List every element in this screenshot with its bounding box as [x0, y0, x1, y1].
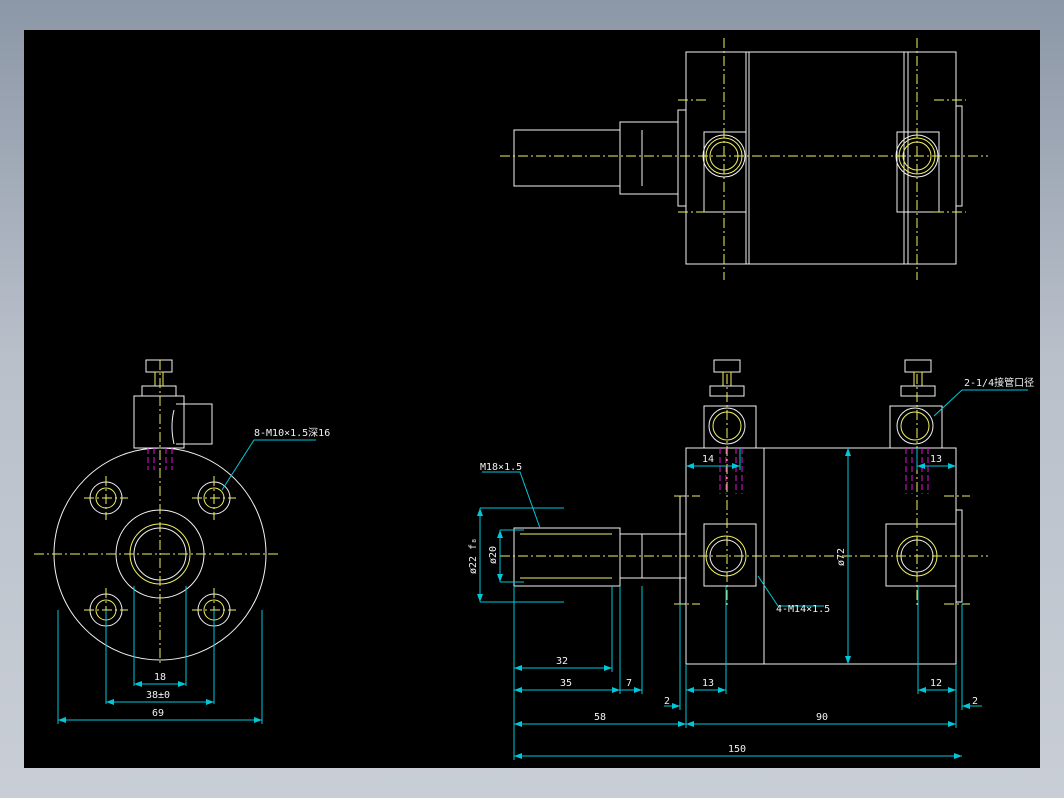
leader-rod-thread [482, 471, 541, 529]
top-body-outline [685, 51, 957, 265]
side-hidden-threads [719, 448, 929, 494]
label-rod-dia-fit: ø22 f₈ [468, 538, 479, 574]
side-rod [513, 527, 687, 587]
label-ports: 2-1/4接管口径 [964, 376, 1034, 389]
side-mount-block-left [703, 523, 757, 587]
end-port-fitting [133, 359, 213, 449]
dim-150: 150 [728, 744, 746, 755]
label-rod-dia: ø20 [488, 546, 499, 564]
dim-2-left: 2 [664, 696, 670, 707]
dim-14: 14 [702, 454, 714, 465]
text-labels: 8-M10×1.5深16 M18×1.5 2-1/4接管口径 4-M14×1.5… [146, 376, 1034, 755]
dim-69: 69 [152, 708, 164, 719]
side-front-boss [679, 495, 687, 605]
drawing-canvas[interactable]: 8-M10×1.5深16 M18×1.5 2-1/4接管口径 4-M14×1.5… [24, 30, 1040, 768]
top-cap-joint-right [903, 52, 909, 264]
leader-ports [933, 389, 1028, 417]
end-view [34, 359, 278, 664]
dim-35: 35 [560, 678, 572, 689]
side-view [500, 359, 988, 665]
dim-58: 58 [594, 712, 606, 723]
cad-drawing: 8-M10×1.5深16 M18×1.5 2-1/4接管口径 4-M14×1.5… [34, 38, 1034, 760]
dim-18: 18 [154, 672, 166, 683]
label-mount-holes: 4-M14×1.5 [776, 604, 830, 615]
dim-90: 90 [816, 712, 828, 723]
dimension-lines [57, 389, 1028, 760]
leader-bolt-holes [221, 439, 316, 491]
label-rod-thread: M18×1.5 [480, 462, 522, 473]
side-port-right [889, 359, 943, 449]
top-view [500, 38, 988, 280]
side-port-left [703, 359, 757, 449]
dim-2-right: 2 [972, 696, 978, 707]
dim-7: 7 [626, 678, 632, 689]
dim-38: 38±0 [146, 690, 170, 701]
dim-13-top: 13 [930, 454, 942, 465]
label-bolt-holes: 8-M10×1.5深16 [254, 427, 330, 439]
top-rod-bushing [619, 130, 643, 186]
label-bore-dia: ø72 [836, 548, 847, 566]
dim-32: 32 [556, 656, 568, 667]
top-centerline-vertical [723, 38, 918, 280]
top-front-boss [677, 109, 687, 207]
side-hole-centermarks [674, 495, 970, 605]
top-rod [513, 121, 679, 195]
dim-13-bottom: 13 [702, 678, 714, 689]
dim-12: 12 [930, 678, 942, 689]
side-mount-block-right [885, 523, 957, 587]
leader-mount-holes [757, 575, 824, 607]
